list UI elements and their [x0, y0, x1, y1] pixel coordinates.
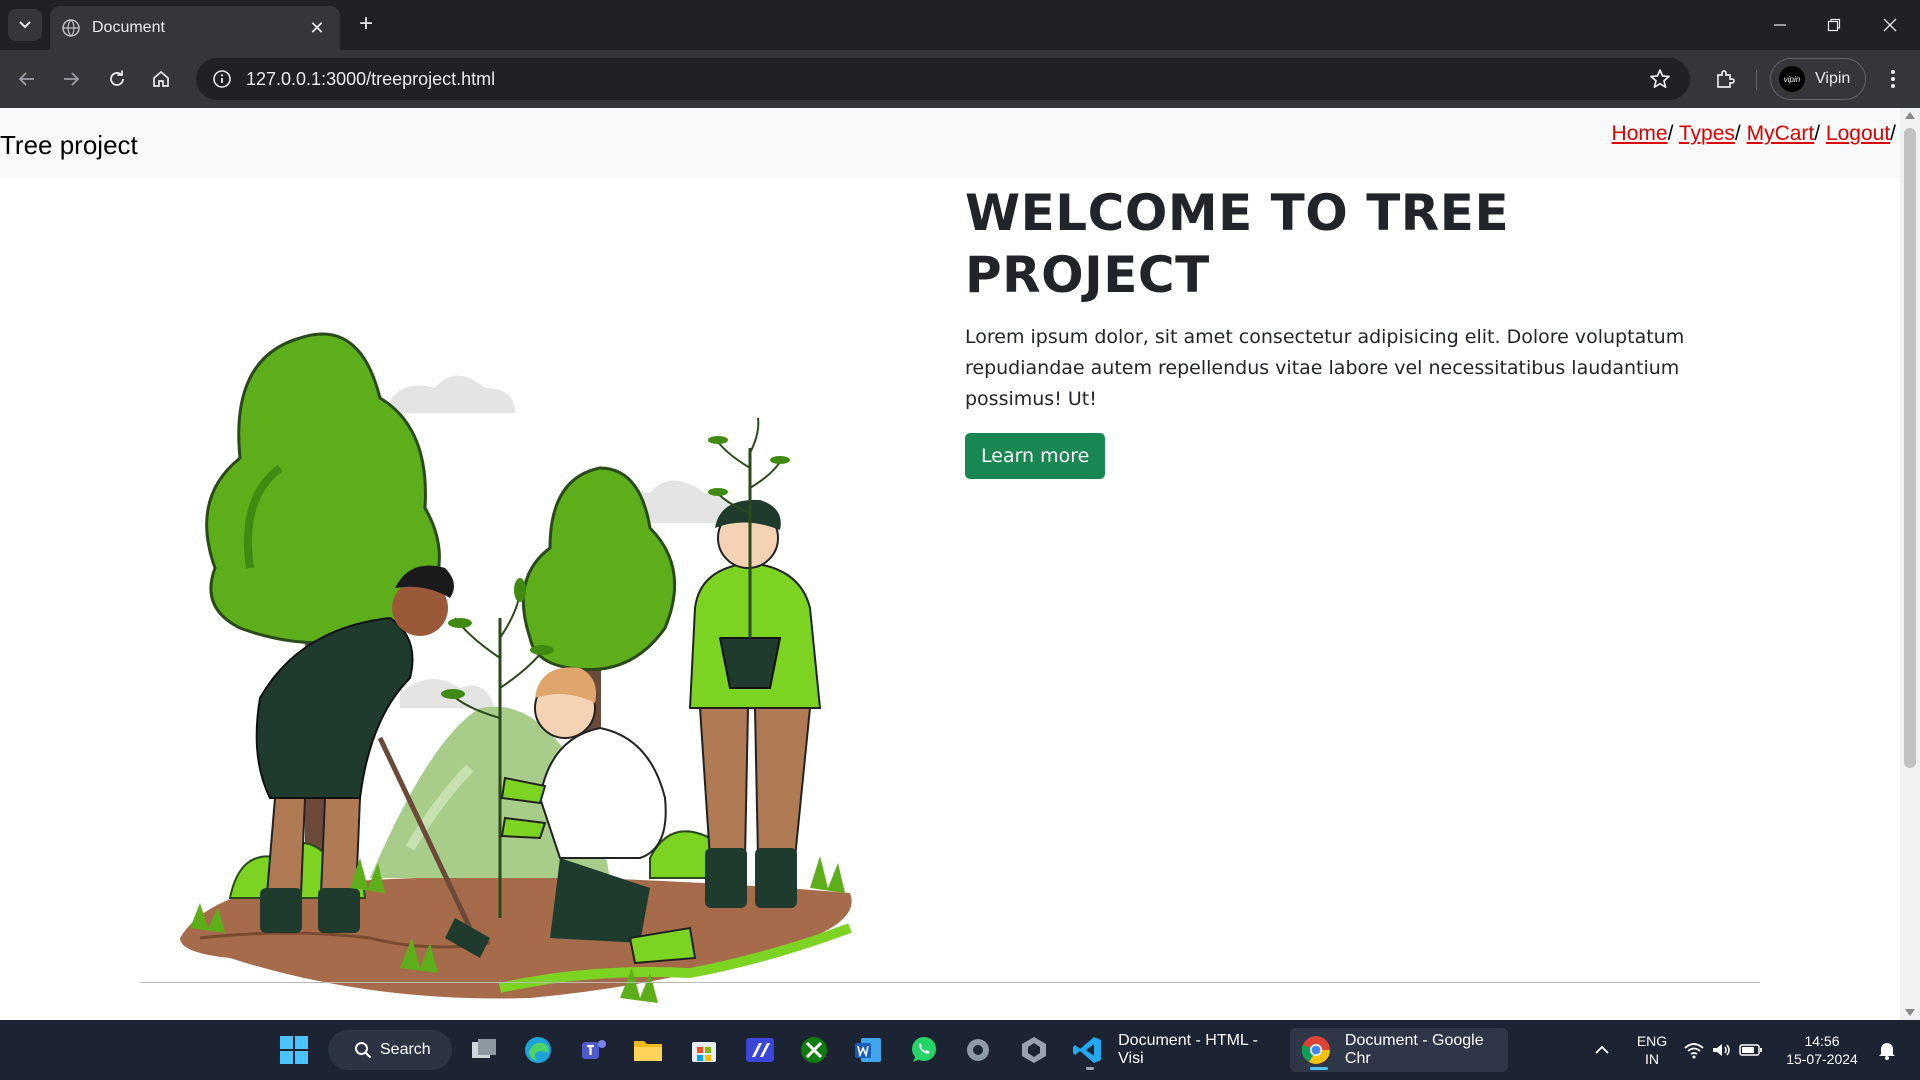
address-bar[interactable]: 127.0.0.1:3000/treeproject.html — [196, 58, 1690, 100]
site-info-icon[interactable] — [202, 58, 242, 100]
taskbar-app-vscode[interactable]: Document - HTML - Visi — [1068, 1028, 1278, 1072]
tab-close-icon[interactable]: ✕ — [306, 17, 328, 39]
hero-description: Lorem ipsum dolor, sit amet consectetur … — [965, 326, 1685, 410]
browser-toolbar: 127.0.0.1:3000/treeproject.html vipin Vi… — [0, 50, 1920, 108]
page-scrollbar[interactable] — [1900, 108, 1920, 1020]
close-icon — [1883, 18, 1897, 32]
editor-app-icon[interactable] — [740, 1030, 780, 1070]
browser-tab[interactable]: Document ✕ — [50, 6, 340, 50]
word-icon[interactable] — [848, 1030, 888, 1070]
extensions-button[interactable] — [1708, 62, 1742, 96]
home-icon — [153, 70, 169, 87]
forward-button[interactable] — [54, 62, 88, 96]
settings-icon[interactable] — [958, 1030, 998, 1070]
hero-heading: WELCOME TO TREE PROJECT — [965, 184, 1510, 304]
new-tab-button[interactable]: + — [354, 12, 378, 36]
arrow-left-icon — [18, 72, 34, 86]
avatar: vipin — [1779, 66, 1805, 92]
region-code: IN — [1645, 1051, 1659, 1067]
system-tray-status[interactable] — [1678, 1030, 1768, 1070]
whatsapp-icon[interactable] — [904, 1030, 944, 1070]
section-divider — [140, 982, 1760, 983]
home-button[interactable] — [144, 62, 178, 96]
nav-link-logout[interactable]: Logout — [1826, 122, 1890, 145]
scrollbar-thumb[interactable] — [1904, 128, 1916, 768]
windows-logo-icon — [280, 1036, 308, 1064]
show-hidden-icons-chevron-up-icon[interactable] — [1582, 1030, 1622, 1070]
nav-link-mycart[interactable]: MyCart — [1747, 122, 1815, 145]
bookmark-star-icon[interactable] — [1640, 58, 1680, 100]
minimize-button[interactable] — [1752, 0, 1808, 50]
tab-search-button[interactable] — [8, 9, 42, 41]
taskbar-search-label: Search — [380, 1041, 431, 1058]
arrow-right-icon — [64, 72, 80, 86]
browser-tabstrip: Document ✕ + — [0, 0, 1920, 50]
teams-icon[interactable] — [574, 1030, 614, 1070]
learn-more-button[interactable]: Learn more — [965, 433, 1106, 479]
wifi-icon — [1684, 1043, 1704, 1059]
taskbar-search[interactable]: Search — [328, 1030, 452, 1070]
chevron-down-icon — [19, 21, 31, 29]
page-viewport: Tree project Home/ Types/ MyCart/ Logout… — [0, 108, 1900, 1020]
clock-date: 15-07-2024 — [1786, 1051, 1858, 1067]
vscode-icon — [1073, 1037, 1101, 1063]
unity-hub-icon[interactable] — [1014, 1030, 1054, 1070]
taskbar-app-chrome[interactable]: Document - Google Chr — [1290, 1028, 1508, 1072]
site-brand[interactable]: Tree project — [0, 130, 138, 161]
nav-separator: / — [1667, 122, 1679, 145]
reload-icon — [110, 70, 124, 86]
nav-separator: / — [1734, 122, 1747, 145]
scroll-up-icon[interactable] — [1905, 112, 1915, 119]
chrome-icon — [1301, 1036, 1330, 1064]
profile-name: Vipin — [1815, 70, 1851, 87]
toolbar-divider — [1756, 70, 1757, 90]
clock-time: 14:56 — [1804, 1033, 1840, 1049]
clock[interactable]: 14:56 15-07-2024 — [1778, 1032, 1866, 1068]
search-icon — [355, 1042, 372, 1059]
url-text[interactable]: 127.0.0.1:3000/treeproject.html — [246, 69, 1640, 90]
notifications-bell-icon[interactable] — [1870, 1030, 1904, 1070]
nav-separator: / — [1814, 122, 1826, 145]
task-view-icon[interactable] — [464, 1030, 504, 1070]
battery-icon — [1739, 1044, 1762, 1056]
restore-button[interactable] — [1806, 0, 1862, 50]
kebab-menu-icon — [1891, 70, 1895, 88]
nav-link-types[interactable]: Types — [1679, 122, 1735, 145]
puzzle-icon — [1717, 70, 1735, 88]
restore-icon — [1827, 18, 1841, 32]
globe-icon — [62, 19, 80, 37]
edge-icon[interactable] — [518, 1030, 558, 1070]
reload-button[interactable] — [100, 62, 134, 96]
back-button[interactable] — [10, 62, 44, 96]
active-indicator — [1310, 1067, 1328, 1070]
language-code: ENG — [1636, 1033, 1668, 1049]
taskbar-app-label: Document - HTML - Visi — [1118, 1032, 1258, 1067]
file-explorer-icon[interactable] — [628, 1030, 668, 1070]
taskbar-app-label: Document - Google Chr — [1344, 1032, 1484, 1067]
minimize-icon — [1774, 24, 1786, 26]
scroll-down-icon[interactable] — [1905, 1009, 1915, 1016]
hero-section: WELCOME TO TREE PROJECT Lorem ipsum dolo… — [965, 182, 1765, 479]
nav-link-home[interactable]: Home — [1612, 122, 1668, 145]
tab-title: Document — [92, 19, 165, 36]
windows-taskbar: Search Document - HTML - Visi Document -… — [0, 1020, 1920, 1080]
microsoft-store-icon[interactable] — [684, 1030, 724, 1070]
language-indicator[interactable]: ENG IN — [1628, 1032, 1676, 1068]
nav-links: Home/ Types/ MyCart/ Logout/ — [1612, 122, 1896, 146]
browser-menu-button[interactable] — [1876, 62, 1910, 96]
xbox-icon[interactable] — [794, 1030, 834, 1070]
volume-icon — [1713, 1044, 1730, 1056]
nav-separator: / — [1890, 122, 1896, 145]
profile-button[interactable]: vipin Vipin — [1770, 58, 1866, 100]
tree-planting-illustration — [180, 332, 852, 1003]
running-indicator — [1086, 1067, 1094, 1070]
site-navbar: Tree project Home/ Types/ MyCart/ Logout… — [0, 108, 1900, 178]
close-window-button[interactable] — [1862, 0, 1918, 50]
start-button[interactable] — [274, 1030, 314, 1070]
